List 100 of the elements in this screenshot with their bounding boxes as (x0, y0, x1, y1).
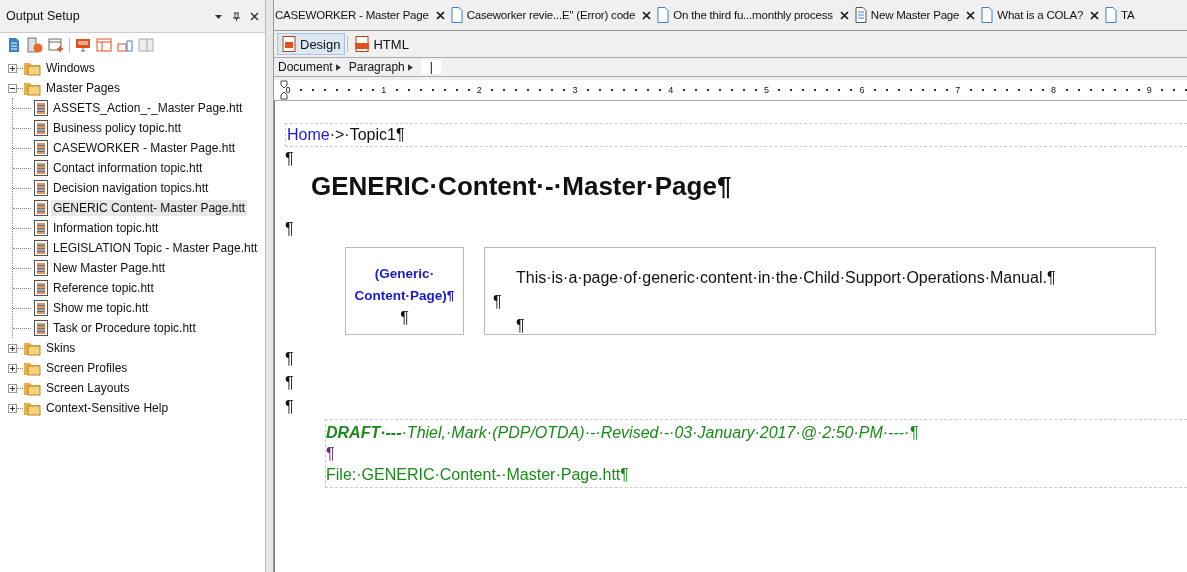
tree-item[interactable]: Skins (44, 340, 78, 356)
subtitle-text: (Generic· (374, 265, 435, 283)
folder-icon (23, 400, 41, 416)
paragraph-mark: ¶ (515, 316, 526, 336)
window-icon[interactable] (96, 37, 112, 53)
new-window-icon[interactable] (48, 37, 64, 53)
tree-item[interactable]: ASSETS_Action_-_Master Page.htt (51, 100, 245, 116)
tree-item[interactable]: CASEWORKER - Master Page.htt (51, 140, 238, 156)
paragraph-mark: ¶ (493, 292, 503, 312)
folder-icon (23, 60, 41, 76)
document-tab[interactable]: Caseworker revie...E" (Error) code (449, 3, 657, 27)
tree-item[interactable]: Reference topic.htt (51, 280, 156, 296)
monitor-icon[interactable] (75, 37, 91, 53)
page-icon (355, 36, 370, 52)
ruler-number: 1 (380, 85, 387, 95)
tree-item[interactable]: Business policy topic.htt (51, 120, 184, 136)
close-icon[interactable] (642, 10, 652, 20)
close-icon[interactable] (966, 10, 976, 20)
view-button[interactable]: HTML (350, 33, 414, 55)
folder-icon (23, 80, 41, 96)
close-icon[interactable] (1090, 10, 1100, 20)
expand-icon[interactable] (8, 363, 17, 373)
folder-icon (23, 340, 41, 356)
tree-item[interactable]: Show me topic.htt (51, 300, 151, 316)
tree-item[interactable]: LEGISLATION Topic - Master Page.htt (51, 240, 260, 256)
file-icon (34, 120, 48, 136)
file-icon (34, 100, 48, 116)
ruler[interactable]: 0 1 2 3 4 5 6 7 8 9 (274, 80, 1187, 101)
document-icon (1105, 7, 1118, 23)
document-icon (981, 7, 994, 23)
palette-icon[interactable] (27, 37, 43, 53)
expand-icon[interactable] (8, 343, 17, 353)
ruler-number: 8 (1050, 85, 1057, 95)
file-icon (34, 280, 48, 296)
file-icon (34, 200, 48, 216)
ruler-number: 5 (763, 85, 770, 95)
body-text: This·is·a·page·of·generic·content·in·the·Child·Support·Operations·Manual.¶ (515, 268, 1057, 288)
document-icon (854, 7, 867, 23)
file-icon (34, 160, 48, 176)
indent-marker-icon[interactable] (280, 80, 288, 100)
expand-icon[interactable] (8, 63, 17, 73)
ruler-number: 4 (667, 85, 674, 95)
arrow-icon (407, 63, 413, 71)
page-icon (282, 36, 296, 52)
close-icon[interactable] (435, 10, 445, 20)
paragraph-mark: ¶ (285, 149, 295, 169)
devices-icon[interactable] (117, 37, 133, 53)
expand-icon[interactable] (8, 383, 17, 393)
tree-item[interactable]: GENERIC Content- Master Page.htt (51, 200, 248, 216)
file-icon (34, 320, 48, 336)
ruler-number: 9 (1146, 85, 1153, 95)
document-tab[interactable]: New Master Page (853, 3, 981, 27)
home-link[interactable]: Home (287, 126, 330, 143)
document-icon (657, 7, 670, 23)
tree-item[interactable]: Decision navigation topics.htt (51, 180, 211, 196)
document-tab[interactable]: TA (1104, 3, 1140, 27)
file-icon (34, 180, 48, 196)
tree-item[interactable]: Screen Layouts (44, 380, 132, 396)
ruler-number: 2 (476, 85, 483, 95)
tree-item[interactable]: Information topic.htt (51, 220, 161, 236)
subtitle-text: Content·Page)¶ (354, 287, 455, 305)
tag-field[interactable]: | (420, 60, 441, 74)
close-icon[interactable] (839, 10, 849, 20)
file-icon (34, 140, 48, 156)
path-item[interactable]: Paragraph (348, 60, 413, 74)
pin-icon[interactable] (232, 11, 241, 21)
ruler-number: 6 (859, 85, 866, 95)
ruler-number: 3 (572, 85, 579, 95)
expand-icon[interactable] (8, 403, 17, 413)
document-icon[interactable] (6, 37, 22, 53)
document-tab[interactable]: CASEWORKER - Master Page (274, 5, 450, 25)
path-item[interactable]: Document (278, 60, 341, 74)
file-name: File:·GENERIC·Content-·Master·Page.htt¶ (326, 465, 630, 485)
tree-item[interactable]: Master Pages (44, 80, 123, 96)
paragraph-mark: ¶ (400, 308, 409, 328)
tree-item[interactable]: New Master Page.htt (51, 260, 168, 276)
page-heading: GENERIC·Content·-·Master·Page¶ (311, 171, 733, 201)
paragraph-mark: ¶ (285, 219, 295, 239)
document-icon (450, 7, 463, 23)
draft-notice: DRAFT·---·Thiel,·Mark·(PDP/OTDA)·-·Revised·-·03·January·2017·@·2:50·PM·---·¶ (326, 423, 919, 443)
file-icon (34, 220, 48, 236)
document-tab[interactable]: On the third fu...monthly process (656, 3, 854, 27)
tree-item[interactable]: Contact information topic.htt (51, 160, 205, 176)
paragraph-mark: ¶ (285, 397, 295, 417)
ruler-number: 7 (954, 85, 961, 95)
arrow-icon (335, 63, 341, 71)
tree-item[interactable]: Task or Procedure topic.htt (51, 320, 198, 336)
tree-item[interactable]: Context-Sensitive Help (44, 400, 171, 416)
file-icon (34, 240, 48, 256)
panel-title: Output Setup (6, 9, 80, 23)
paragraph-mark: ¶ (285, 349, 295, 369)
folder-icon (23, 380, 41, 396)
document-tab[interactable]: What is a COLA? (980, 3, 1105, 27)
breadcrumb-text: ·>·Topic1¶ (329, 126, 405, 143)
tree-item[interactable]: Windows (44, 60, 97, 76)
view-button[interactable]: Design (277, 33, 346, 55)
paragraph-mark: ¶ (285, 373, 295, 393)
tree-item[interactable]: Screen Profiles (44, 360, 130, 376)
collapse-icon[interactable] (8, 83, 17, 93)
close-icon[interactable] (250, 11, 259, 21)
